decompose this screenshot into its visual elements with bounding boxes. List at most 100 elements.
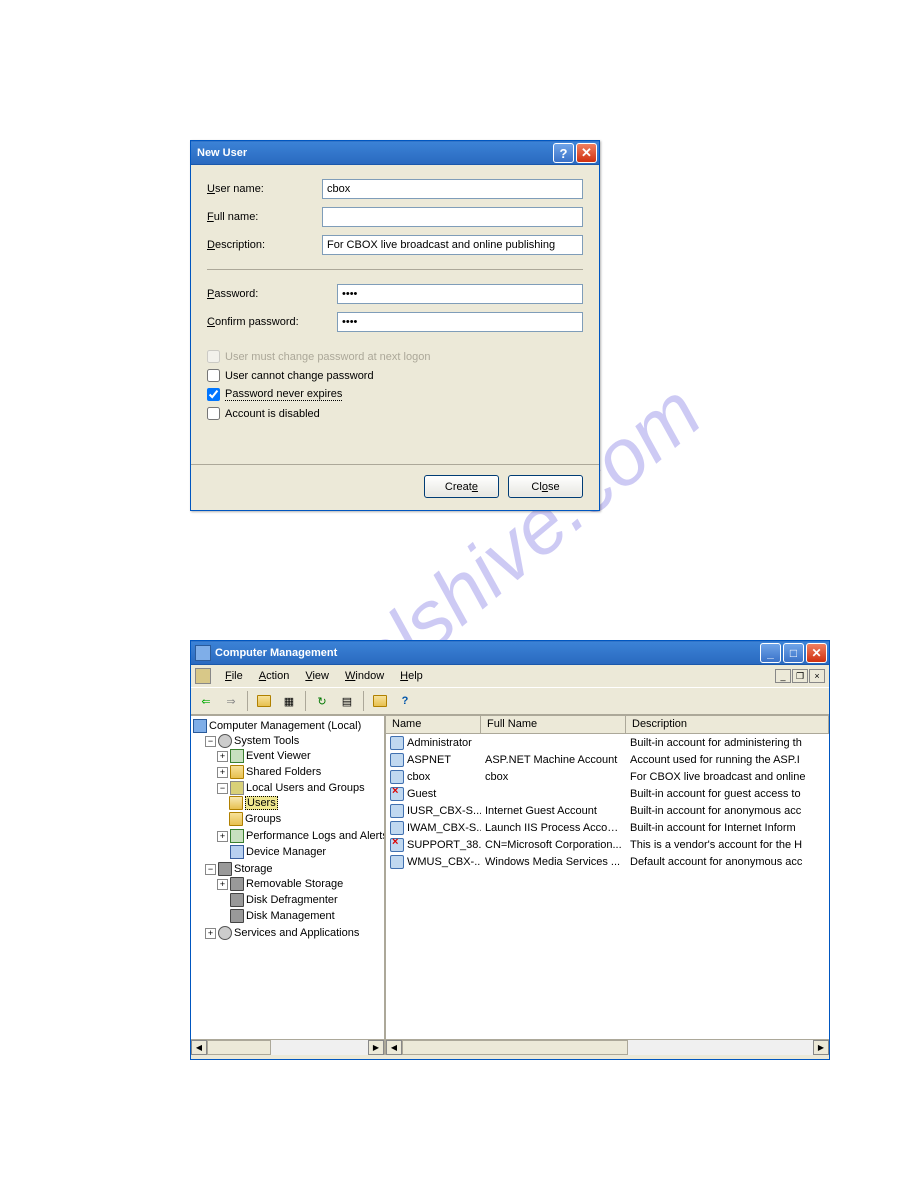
help-button[interactable]: ? xyxy=(394,690,416,712)
show-hide-tree-button[interactable]: ▦ xyxy=(278,690,300,712)
description-label: Description: xyxy=(207,239,322,251)
fullname-input[interactable] xyxy=(322,207,583,227)
list-row[interactable]: ASPNETASP.NET Machine AccountAccount use… xyxy=(386,751,829,768)
menubar: File Action View Window Help _ ❐ × xyxy=(191,665,829,687)
close-button[interactable]: Close xyxy=(508,475,583,498)
must-change-password-row: User must change password at next logon xyxy=(207,350,583,363)
password-input[interactable] xyxy=(337,284,583,304)
dialog-titlebar[interactable]: New User ? ✕ xyxy=(191,141,599,165)
never-expires-label: Password never expires xyxy=(225,388,342,401)
cannot-change-password-row[interactable]: User cannot change password xyxy=(207,369,583,382)
window-close-button[interactable]: ✕ xyxy=(806,643,827,663)
mmc-titlebar[interactable]: Computer Management _ □ ✕ xyxy=(191,641,829,665)
fullname-label: Full name: xyxy=(207,211,322,223)
create-button[interactable]: Create xyxy=(424,475,499,498)
tree-root[interactable]: Computer Management (Local) −System Tool… xyxy=(193,718,382,942)
refresh-button[interactable]: ↻ xyxy=(311,690,333,712)
column-description[interactable]: Description xyxy=(626,716,829,733)
must-change-password-checkbox xyxy=(207,350,220,363)
menu-window[interactable]: Window xyxy=(337,668,392,684)
scroll-right-arrow[interactable]: ▶ xyxy=(813,1040,829,1055)
tree-scrollbar[interactable]: ◀ ▶ xyxy=(191,1039,384,1055)
account-disabled-label: Account is disabled xyxy=(225,408,320,420)
scroll-right-arrow[interactable]: ▶ xyxy=(368,1040,384,1055)
list-row[interactable]: WMUS_CBX-...Windows Media Services ...De… xyxy=(386,853,829,870)
password-label: Password: xyxy=(207,288,337,300)
tree-system-tools[interactable]: −System Tools +Event Viewer +Shared Fold… xyxy=(205,733,382,861)
export-button[interactable]: ▤ xyxy=(336,690,358,712)
user-icon xyxy=(390,770,404,784)
user-icon xyxy=(390,753,404,767)
column-name[interactable]: Name xyxy=(386,716,481,733)
list-header[interactable]: Name Full Name Description xyxy=(386,716,829,734)
scroll-thumb[interactable] xyxy=(207,1040,271,1055)
tree-performance-logs[interactable]: +Performance Logs and Alerts xyxy=(217,828,382,844)
menu-file[interactable]: File xyxy=(217,668,251,684)
menu-action[interactable]: Action xyxy=(251,668,298,684)
user-icon xyxy=(390,821,404,835)
confirm-password-label: Confirm password: xyxy=(207,316,337,328)
mmc-app-icon xyxy=(195,645,211,661)
tree-groups[interactable]: Groups xyxy=(229,811,382,827)
dialog-close-button[interactable]: ✕ xyxy=(576,143,597,163)
list-row[interactable]: IWAM_CBX-S...Launch IIS Process AccountB… xyxy=(386,819,829,836)
list-body[interactable]: AdministratorBuilt-in account for admini… xyxy=(386,734,829,1039)
scroll-left-arrow[interactable]: ◀ xyxy=(191,1040,207,1055)
column-fullname[interactable]: Full Name xyxy=(481,716,626,733)
tree-users[interactable]: Users xyxy=(229,795,382,811)
username-input[interactable] xyxy=(322,179,583,199)
user-icon xyxy=(390,736,404,750)
confirm-password-input[interactable] xyxy=(337,312,583,332)
user-icon xyxy=(390,838,404,852)
tree-disk-management[interactable]: Disk Management xyxy=(217,908,382,924)
tree-event-viewer[interactable]: +Event Viewer xyxy=(217,748,382,764)
list-scrollbar[interactable]: ◀ ▶ xyxy=(386,1039,829,1055)
tree-device-manager[interactable]: Device Manager xyxy=(217,844,382,860)
tree-storage[interactable]: −Storage +Removable Storage Disk Defragm… xyxy=(205,861,382,925)
mdi-minimize-button[interactable]: _ xyxy=(775,669,791,683)
properties-button[interactable] xyxy=(369,690,391,712)
tree-pane: Computer Management (Local) −System Tool… xyxy=(191,716,386,1055)
up-button[interactable] xyxy=(253,690,275,712)
dialog-title: New User xyxy=(197,147,551,159)
menu-help[interactable]: Help xyxy=(392,668,431,684)
tree-services-apps[interactable]: +Services and Applications xyxy=(205,925,382,941)
list-row[interactable]: cboxcboxFor CBOX live broadcast and onli… xyxy=(386,768,829,785)
mmc-title: Computer Management xyxy=(215,647,758,659)
never-expires-row[interactable]: Password never expires xyxy=(207,388,583,401)
account-disabled-checkbox[interactable] xyxy=(207,407,220,420)
list-row[interactable]: GuestBuilt-in account for guest access t… xyxy=(386,785,829,802)
back-button[interactable]: ⇐ xyxy=(195,690,217,712)
mdi-restore-button[interactable]: ❐ xyxy=(792,669,808,683)
list-pane: Name Full Name Description Administrator… xyxy=(386,716,829,1055)
cannot-change-password-label: User cannot change password xyxy=(225,370,374,382)
tree-shared-folders[interactable]: +Shared Folders xyxy=(217,764,382,780)
cannot-change-password-checkbox[interactable] xyxy=(207,369,220,382)
new-user-dialog: New User ? ✕ User name: Full name: Descr… xyxy=(190,140,600,511)
console-tree[interactable]: Computer Management (Local) −System Tool… xyxy=(191,716,384,1039)
maximize-button[interactable]: □ xyxy=(783,643,804,663)
list-row[interactable]: SUPPORT_38...CN=Microsoft Corporation...… xyxy=(386,836,829,853)
minimize-button[interactable]: _ xyxy=(760,643,781,663)
computer-management-window: Computer Management _ □ ✕ File Action Vi… xyxy=(190,640,830,1060)
account-disabled-row[interactable]: Account is disabled xyxy=(207,407,583,420)
username-label: User name: xyxy=(207,183,322,195)
must-change-password-label: User must change password at next logon xyxy=(225,351,430,363)
divider xyxy=(207,269,583,270)
dialog-help-button[interactable]: ? xyxy=(553,143,574,163)
scroll-left-arrow[interactable]: ◀ xyxy=(386,1040,402,1055)
never-expires-checkbox[interactable] xyxy=(207,388,220,401)
menu-view[interactable]: View xyxy=(297,668,337,684)
scroll-thumb[interactable] xyxy=(402,1040,628,1055)
list-row[interactable]: IUSR_CBX-S...Internet Guest AccountBuilt… xyxy=(386,802,829,819)
tree-local-users-groups[interactable]: −Local Users and Groups Users Groups xyxy=(217,780,382,828)
tree-disk-defragmenter[interactable]: Disk Defragmenter xyxy=(217,892,382,908)
list-row[interactable]: AdministratorBuilt-in account for admini… xyxy=(386,734,829,751)
user-icon xyxy=(390,855,404,869)
mdi-close-button[interactable]: × xyxy=(809,669,825,683)
forward-button[interactable]: ⇒ xyxy=(220,690,242,712)
description-input[interactable] xyxy=(322,235,583,255)
user-icon xyxy=(390,804,404,818)
toolbar: ⇐ ⇒ ▦ ↻ ▤ ? xyxy=(191,687,829,715)
tree-removable-storage[interactable]: +Removable Storage xyxy=(217,876,382,892)
